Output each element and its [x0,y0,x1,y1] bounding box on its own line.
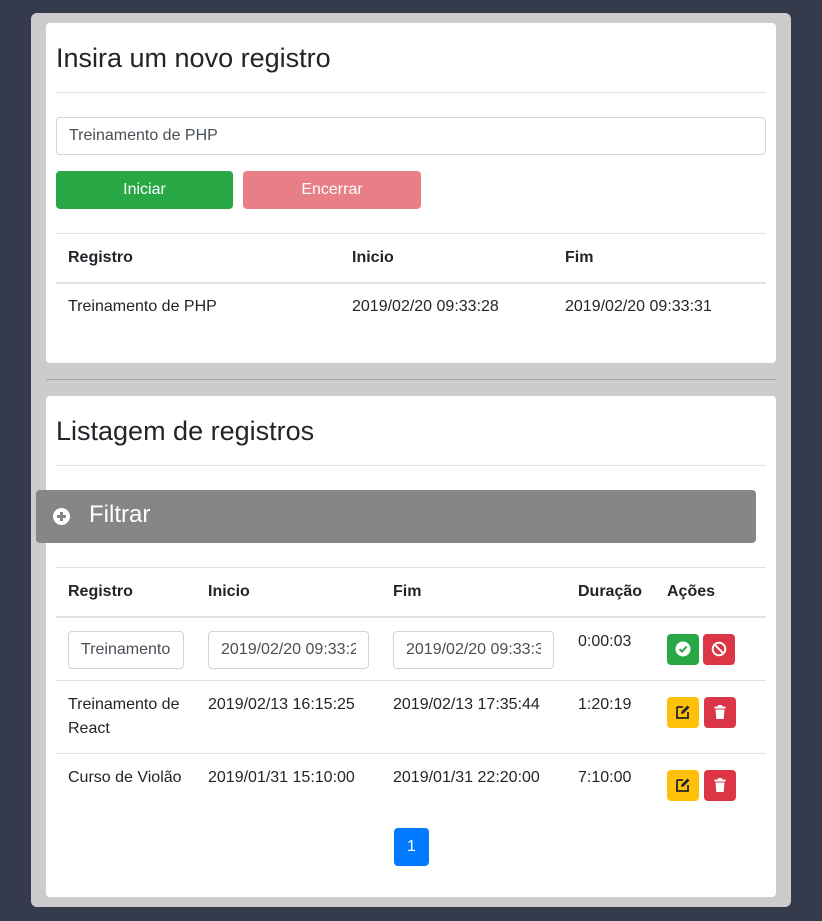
cancel-button[interactable] [703,634,735,665]
column-header-registro: Registro [68,249,133,266]
start-button[interactable]: Iniciar [56,171,233,209]
column-header-inicio: Inicio [208,583,250,600]
plus-circle-icon [53,508,70,525]
filter-label: Filtrar [89,501,151,528]
stop-button[interactable]: Encerrar [243,171,421,209]
current-record-end: 2019/02/20 09:33:31 [565,298,712,315]
new-record-title: Insira um novo registro [56,43,331,73]
row2-inicio: 2019/01/31 15:10:00 [208,769,355,786]
column-header-acoes: Ações [667,583,716,600]
table-header-border [56,616,766,618]
delete-button[interactable] [704,697,736,728]
row1-registro-line2: React [68,720,110,737]
pagination-page-1[interactable]: 1 [394,828,429,866]
row1-registro-line1: Treinamento de [68,696,180,713]
delete-button[interactable] [704,770,736,801]
edit-registro-input[interactable] [68,631,184,669]
confirm-button[interactable] [667,634,699,665]
divider [56,465,766,466]
edit-inicio-input[interactable] [208,631,369,669]
filter-toggle[interactable]: Filtrar [36,490,756,543]
row-divider [56,753,766,754]
table-top-border [56,233,766,234]
row2-duracao: 7:10:00 [578,769,632,786]
divider [56,92,766,93]
row1-inicio: 2019/02/13 16:15:25 [208,696,355,713]
section-divider [46,379,776,380]
new-record-card: Insira um novo registro Iniciar Encerrar… [46,23,776,363]
current-record-start: 2019/02/20 09:33:28 [352,298,499,315]
row2-fim: 2019/01/31 22:20:00 [393,769,540,786]
trash-icon [714,705,726,719]
edit-fim-input[interactable] [393,631,554,669]
column-header-fim: Fim [565,249,594,266]
trash-icon [714,778,726,792]
row2-registro-line1: Curso de Violão [68,769,182,786]
listing-card: Listagem de registros Filtrar Registro I… [36,396,776,897]
row1-fim: 2019/02/13 17:35:44 [393,696,540,713]
edit-icon [676,705,690,719]
row-divider [56,680,766,681]
column-header-registro: Registro [68,583,133,600]
column-header-duracao: Duração [578,583,643,600]
column-header-inicio: Inicio [352,249,394,266]
edit-button[interactable] [667,697,699,728]
edit-button[interactable] [667,770,699,801]
listing-title: Listagem de registros [56,416,315,446]
table-top-border [56,567,766,568]
current-record-name: Treinamento de PHP [68,298,217,315]
column-header-fim: Fim [393,583,422,600]
record-name-input[interactable] [56,117,766,155]
edit-duracao: 0:00:03 [578,633,632,650]
check-circle-icon [675,641,691,657]
ban-icon [711,641,727,657]
edit-icon [676,778,690,792]
table-header-border [56,282,766,284]
page-container: Insira um novo registro Iniciar Encerrar… [31,13,791,907]
row1-duracao: 1:20:19 [578,696,632,713]
